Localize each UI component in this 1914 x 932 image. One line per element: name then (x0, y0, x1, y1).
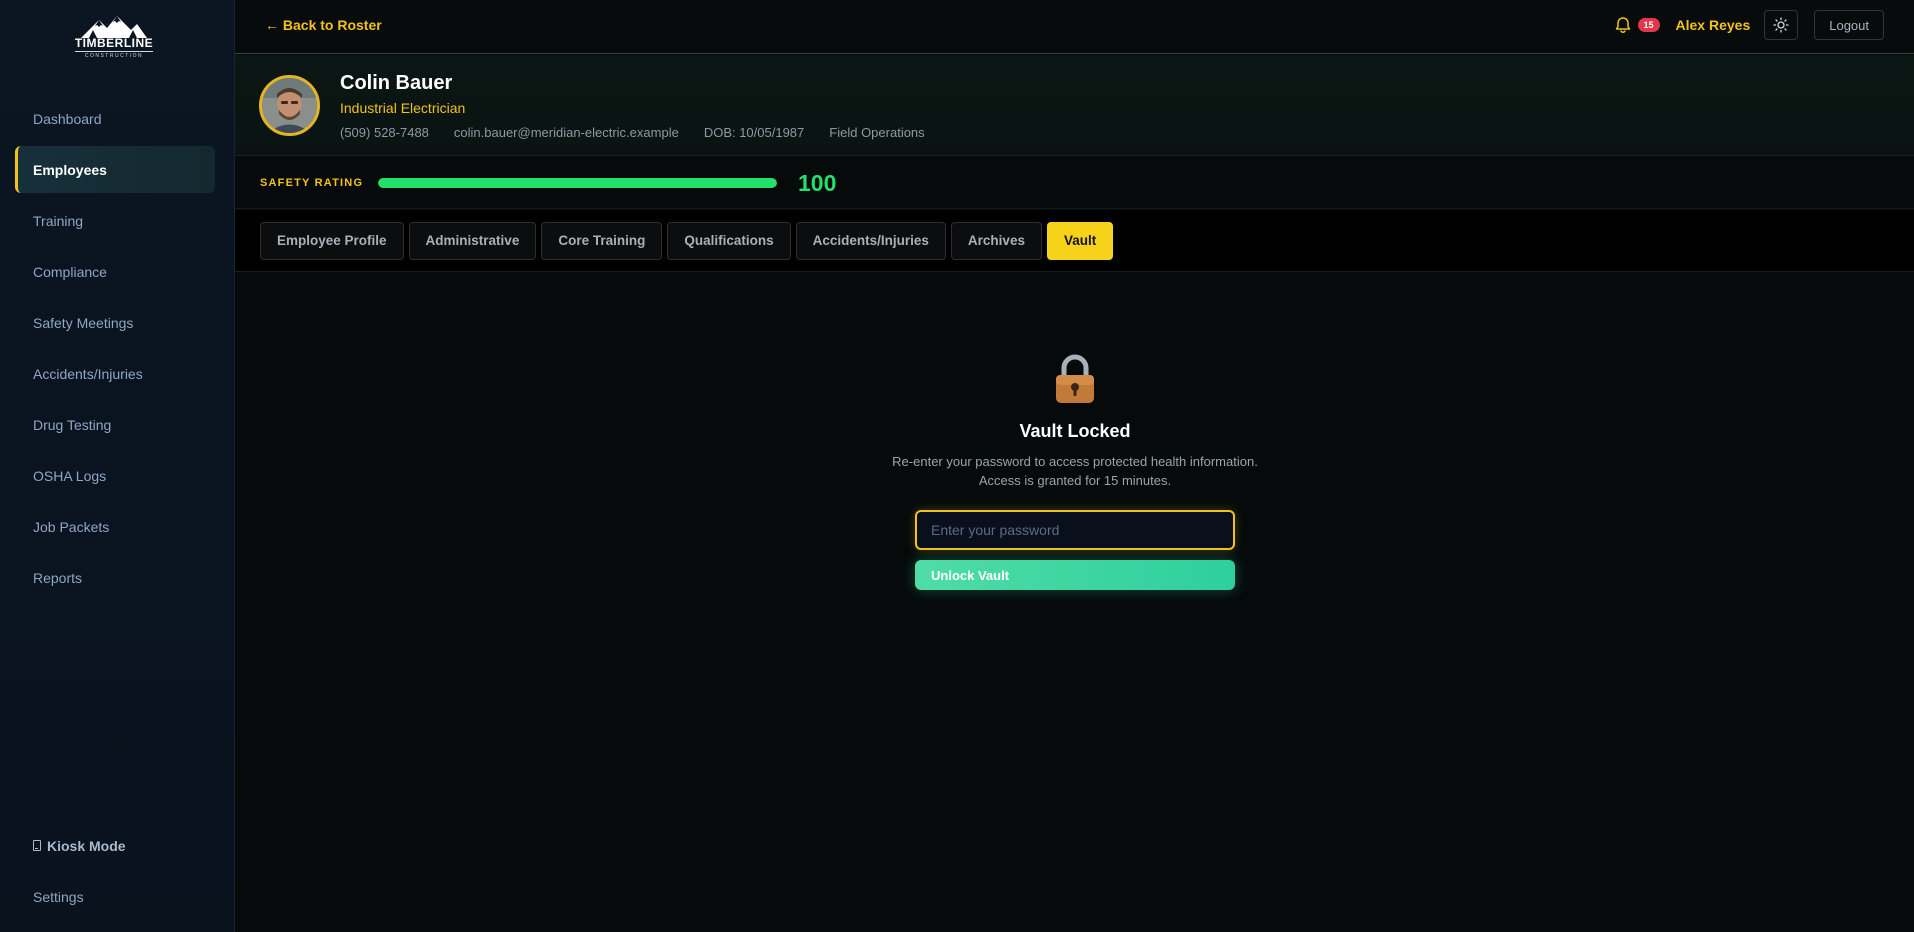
sidebar-footer: Kiosk Mode Settings (0, 820, 235, 922)
sidebar-item-job-packets[interactable]: Job Packets (15, 503, 215, 550)
sidebar-item-reports[interactable]: Reports (15, 554, 215, 601)
employee-phone: (509) 528-7488 (340, 125, 429, 140)
vault-description-line-2: Access is granted for 15 minutes. (978, 473, 1172, 488)
safety-rating-track (378, 178, 777, 188)
kiosk-mode-label: Kiosk Mode (47, 837, 126, 854)
employee-profile-header: Colin Bauer Industrial Electrician (509)… (235, 55, 1914, 156)
theme-toggle-button[interactable] (1764, 10, 1799, 40)
vault-description: Re-enter your password to access protect… (875, 452, 1275, 490)
sidebar-item-training[interactable]: Training (15, 197, 215, 244)
bell-icon[interactable] (1614, 16, 1632, 34)
tab-core-training[interactable]: Core Training (541, 221, 663, 260)
safety-rating-label: SAFETY RATING (260, 177, 364, 189)
tab-accidents-injuries[interactable]: Accidents/Injuries (795, 221, 946, 260)
tab-vault[interactable]: Vault (1046, 221, 1114, 260)
back-to-roster-link[interactable]: ← Back to Roster (265, 17, 382, 33)
employee-name: Colin Bauer (340, 72, 453, 94)
sidebar-item-drug-testing[interactable]: Drug Testing (15, 401, 215, 448)
lock-icon (1056, 354, 1094, 403)
brand-name: TIMBERLINE (74, 36, 154, 52)
unlock-vault-button[interactable]: Unlock Vault (915, 560, 1235, 590)
sidebar-item-safety-meetings[interactable]: Safety Meetings (15, 299, 215, 346)
employee-avatar (259, 75, 320, 136)
password-input[interactable] (915, 510, 1235, 550)
vault-panel: Vault Locked Re-enter your password to a… (235, 273, 1914, 932)
logout-button[interactable]: Logout (1814, 10, 1884, 40)
employee-email: colin.bauer@meridian-electric.example (453, 125, 679, 140)
vault-description-line-1: Re-enter your password to access protect… (892, 454, 1258, 469)
top-right-controls: 15 Alex Reyes Logout (1614, 9, 1884, 41)
vault-locked-card: Vault Locked Re-enter your password to a… (875, 353, 1275, 590)
employee-department: Field Operations (829, 125, 925, 140)
sidebar-nav: Dashboard Employees Training Compliance … (0, 95, 235, 605)
top-bar: ← Back to Roster 15 Alex Reyes Logout (235, 0, 1914, 54)
sidebar-item-employees[interactable]: Employees (15, 146, 215, 193)
sidebar-item-settings[interactable]: Settings (0, 871, 235, 922)
brand-tagline: CONSTRUCTION (84, 53, 144, 59)
brand-logo[interactable]: TIMBERLINE CONSTRUCTION (70, 14, 158, 64)
tab-employee-profile[interactable]: Employee Profile (260, 221, 404, 260)
sidebar-item-osha-logs[interactable]: OSHA Logs (15, 452, 215, 499)
tab-administrative[interactable]: Administrative (408, 221, 537, 260)
notification-count-badge: 15 (1637, 18, 1660, 32)
mountain-logo-icon (81, 16, 147, 38)
safety-rating-value: 100 (798, 170, 837, 196)
kiosk-mode-button[interactable]: Kiosk Mode (0, 820, 235, 871)
sidebar: TIMBERLINE CONSTRUCTION Dashboard Employ… (0, 0, 235, 932)
current-user-name[interactable]: Alex Reyes (1676, 17, 1751, 33)
sun-icon (1773, 17, 1789, 33)
safety-rating-fill (378, 178, 777, 188)
sidebar-item-compliance[interactable]: Compliance (15, 248, 215, 295)
tablet-icon (33, 840, 41, 851)
tab-archives[interactable]: Archives (950, 221, 1042, 260)
sidebar-item-accidents-injuries[interactable]: Accidents/Injuries (15, 350, 215, 397)
tab-qualifications[interactable]: Qualifications (667, 221, 791, 260)
vault-title: Vault Locked (1019, 421, 1131, 441)
employee-contact-details: (509) 528-7488 colin.bauer@meridian-elec… (340, 125, 950, 140)
sidebar-item-dashboard[interactable]: Dashboard (15, 95, 215, 142)
employee-dob: DOB: 10/05/1987 (703, 125, 805, 140)
employee-tabs: Employee Profile Administrative Core Tra… (235, 210, 1914, 272)
safety-rating-bar: SAFETY RATING 100 (235, 157, 1914, 209)
employee-title: Industrial Electrician (340, 100, 466, 116)
